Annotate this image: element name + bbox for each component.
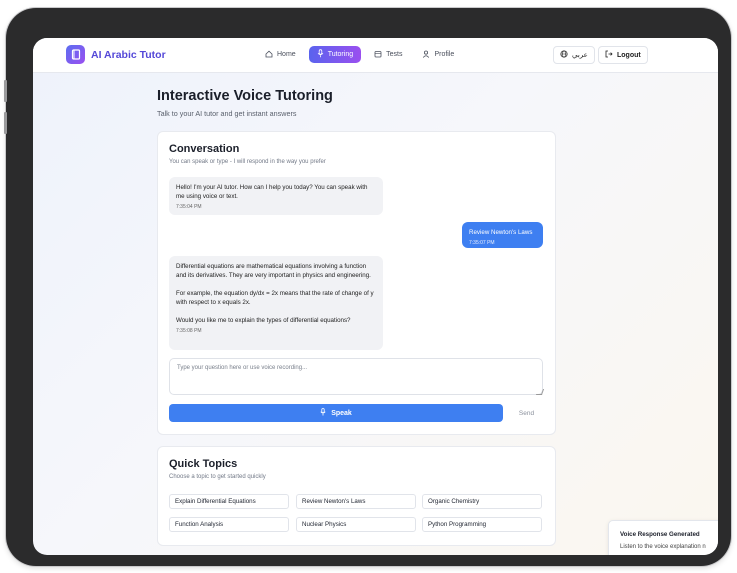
globe-icon	[560, 50, 568, 60]
nav-tests[interactable]: Tests	[367, 46, 409, 63]
resize-handle[interactable]	[535, 389, 545, 395]
speak-label: Speak	[331, 409, 352, 417]
message-text: Hello! I'm your AI tutor. How can I help…	[176, 184, 368, 200]
logout-icon	[605, 50, 613, 60]
user-message: Review Newton's Laws 7:35:07 PM	[462, 222, 543, 248]
message-text: Differential equations are mathematical …	[176, 263, 374, 324]
quick-topics-subtitle: Choose a topic to get started quickly	[169, 474, 266, 480]
topic-button[interactable]: Review Newton's Laws	[296, 494, 416, 509]
assistant-message: Differential equations are mathematical …	[169, 256, 383, 350]
nav-tests-label: Tests	[386, 51, 403, 58]
conversation-card: Conversation You can speak or type - I w…	[157, 131, 556, 435]
message-time: 7:35:08 PM	[176, 328, 202, 334]
topic-button[interactable]: Python Programming	[422, 517, 542, 532]
tablet-frame: AI Arabic Tutor Home Tutoring Tests Prof…	[4, 8, 731, 566]
language-label: عربي	[572, 52, 588, 59]
device-side-button	[4, 112, 7, 134]
toast-text: Listen to the voice explanation n	[620, 544, 706, 550]
topic-button[interactable]: Organic Chemistry	[422, 494, 542, 509]
message-time: 7:35:04 PM	[176, 204, 202, 210]
voice-response-toast[interactable]: Voice Response Generated Listen to the v…	[608, 520, 718, 555]
nav-tutoring-label: Tutoring	[327, 51, 354, 58]
top-navbar: AI Arabic Tutor Home Tutoring Tests Prof…	[33, 38, 718, 73]
toast-title: Voice Response Generated	[620, 531, 700, 538]
send-button[interactable]: Send	[510, 404, 543, 422]
page-title: Interactive Voice Tutoring	[157, 88, 333, 104]
home-icon	[265, 50, 273, 60]
topic-button[interactable]: Nuclear Physics	[296, 517, 416, 532]
brand-name: AI Arabic Tutor	[91, 48, 166, 61]
topic-button[interactable]: Explain Differential Equations	[169, 494, 289, 509]
main-nav: Home Tutoring Tests Profile	[258, 46, 461, 63]
nav-profile[interactable]: Profile	[415, 46, 461, 63]
nav-tutoring[interactable]: Tutoring	[308, 46, 362, 63]
app-screen: AI Arabic Tutor Home Tutoring Tests Prof…	[33, 38, 718, 555]
quick-topics-title: Quick Topics	[169, 458, 238, 470]
calendar-icon	[374, 50, 382, 60]
logout-button[interactable]: Logout	[598, 46, 648, 64]
quick-topics-card: Quick Topics Choose a topic to get start…	[157, 446, 556, 546]
message-time: 7:35:07 PM	[469, 240, 495, 246]
page-subtitle: Talk to your AI tutor and get instant an…	[157, 109, 297, 118]
language-toggle-button[interactable]: عربي	[553, 46, 595, 64]
conversation-title: Conversation	[169, 143, 240, 155]
brand[interactable]: AI Arabic Tutor	[66, 45, 166, 64]
logout-label: Logout	[617, 51, 641, 59]
message-text: Review Newton's Laws	[469, 229, 533, 236]
device-side-button	[4, 80, 7, 102]
speak-button[interactable]: Speak	[169, 404, 503, 422]
nav-home[interactable]: Home	[258, 46, 303, 63]
question-input[interactable]: Type your question here or use voice rec…	[169, 358, 543, 395]
assistant-message: Hello! I'm your AI tutor. How can I help…	[169, 177, 383, 215]
mic-icon	[320, 408, 326, 418]
conversation-subtitle: You can speak or type - I will respond i…	[169, 159, 326, 165]
book-icon	[66, 45, 85, 64]
mic-icon	[317, 49, 324, 60]
user-icon	[422, 50, 430, 60]
nav-home-label: Home	[277, 51, 296, 58]
topic-button[interactable]: Function Analysis	[169, 517, 289, 532]
nav-profile-label: Profile	[434, 51, 455, 58]
